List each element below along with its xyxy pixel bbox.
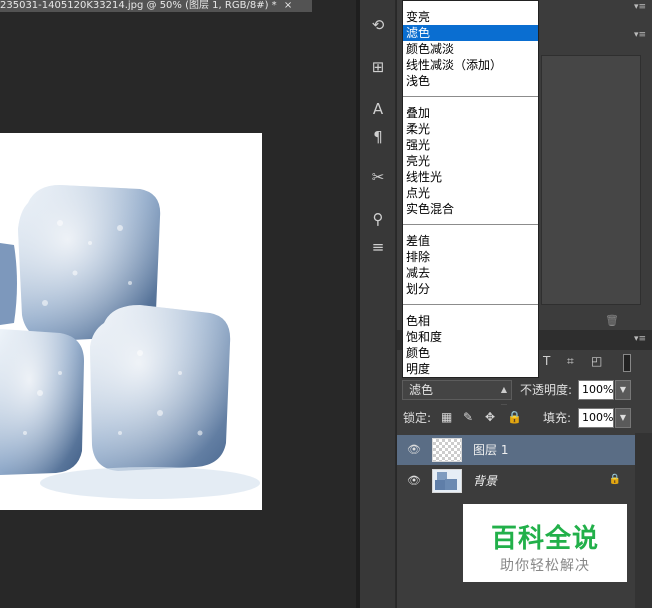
blend-mode-option[interactable]: 变亮: [403, 9, 538, 25]
blend-mode-option[interactable]: 叠加: [403, 105, 538, 121]
blend-mode-option[interactable]: 减去: [403, 265, 538, 281]
blend-mode-dropdown-list[interactable]: 变亮 滤色 颜色减淡 线性减淡（添加） 浅色叠加 柔光 强光 亮光 线性光 点光 实色混合差值 排除减…: [402, 0, 539, 378]
filter-toggle[interactable]: [623, 354, 631, 372]
blend-mode-option[interactable]: 划分: [403, 281, 538, 297]
blend-mode-select[interactable]: 滤色 ▲▼: [402, 380, 512, 412]
fill-dropdown-icon[interactable]: ▼: [615, 408, 631, 428]
lock-fill-row: 锁定: ▦ ✎ ✥ 🔒 填充: 100% ▼: [397, 405, 652, 433]
canvas-area[interactable]: [0, 12, 356, 608]
close-tab-icon[interactable]: ×: [284, 0, 292, 11]
blend-mode-option[interactable]: 色相: [403, 313, 538, 329]
ice-cubes-image: [0, 185, 260, 499]
lock-position-icon[interactable]: ✥: [485, 410, 495, 424]
blend-mode-option[interactable]: 颜色: [403, 345, 538, 361]
type-filter-icon[interactable]: T: [543, 354, 550, 368]
blend-mode-option[interactable]: 柔光: [403, 121, 538, 137]
menu-separator: [403, 304, 538, 305]
panel-icon-strip: ⟲ ⊞ A ¶ ✂ ⚲ ≡: [360, 0, 396, 608]
blend-mode-option[interactable]: 线性减淡（添加）: [403, 57, 538, 73]
background-thumbnail-image: [435, 472, 457, 490]
blend-mode-option[interactable]: 排除: [403, 249, 538, 265]
layers-scrollbar[interactable]: [635, 433, 652, 608]
layer-lock-icon: 🔒: [608, 474, 621, 485]
lock-all-icon[interactable]: 🔒: [507, 410, 522, 424]
lock-transparent-pixels-icon[interactable]: ▦: [441, 410, 452, 424]
document-canvas[interactable]: [0, 133, 262, 510]
brush-icon[interactable]: ⚲: [366, 208, 390, 230]
lock-image-pixels-icon[interactable]: ✎: [463, 410, 473, 424]
character-icon[interactable]: A: [366, 98, 390, 120]
layer-row-background[interactable]: 👁 背景 🔒: [397, 466, 635, 496]
blend-mode-option[interactable]: 滤色: [403, 25, 538, 41]
blend-mode-option[interactable]: 线性光: [403, 169, 538, 185]
layer-name: 背景: [473, 474, 498, 488]
shape-filter-icon[interactable]: ⌗: [567, 354, 574, 369]
blend-mode-option[interactable]: 强光: [403, 137, 538, 153]
clone-source-icon[interactable]: ⊞: [366, 56, 390, 78]
watermark-logo: 百科全说 助你轻松解决: [463, 504, 627, 582]
blend-mode-option[interactable]: 颜色减淡: [403, 41, 538, 57]
trash-icon[interactable]: 🗑: [605, 314, 619, 327]
opacity-field[interactable]: 100%: [578, 380, 614, 400]
smart-object-filter-icon[interactable]: ◰: [591, 354, 602, 368]
history-icon[interactable]: ⟲: [366, 14, 390, 36]
layer-thumbnail: [432, 469, 462, 493]
blend-mode-value: 滤色: [409, 383, 434, 397]
watermark-subtitle: 助你轻松解决: [500, 558, 590, 574]
layer-name: 图层 1: [473, 443, 509, 457]
panel-menu-icon-2[interactable]: ▾≡: [634, 30, 646, 40]
fill-label: 填充:: [543, 411, 572, 425]
watermark-title: 百科全说: [490, 524, 599, 554]
document-tab-title: 235031-1405120K33214.jpg @ 50% (图层 1, RG…: [0, 0, 277, 11]
blend-mode-option[interactable]: 明度: [403, 361, 538, 377]
blend-mode-option[interactable]: 差值: [403, 233, 538, 249]
blend-mode-option[interactable]: 实色混合: [403, 201, 538, 217]
adjustments-icon[interactable]: ≡: [366, 236, 390, 258]
opacity-label: 不透明度:: [520, 383, 573, 397]
menu-separator: [403, 224, 538, 225]
layer-thumbnail: [432, 438, 462, 462]
panel-menu-icon[interactable]: ▾≡: [634, 2, 646, 12]
layers-panel-menu-icon[interactable]: ▾≡: [634, 334, 646, 344]
document-tab[interactable]: 235031-1405120K33214.jpg @ 50% (图层 1, RG…: [0, 0, 312, 12]
upper-panel-content: [541, 55, 641, 305]
paragraph-icon[interactable]: ¶: [366, 126, 390, 148]
blend-mode-option[interactable]: 浅色: [403, 73, 538, 89]
blend-mode-option[interactable]: 饱和度: [403, 329, 538, 345]
opacity-dropdown-icon[interactable]: ▼: [615, 380, 631, 400]
blend-mode-option[interactable]: 点光: [403, 185, 538, 201]
tools-presets-icon[interactable]: ✂: [366, 166, 390, 188]
menu-separator: [403, 96, 538, 97]
visibility-eye-icon[interactable]: 👁: [407, 443, 421, 456]
lock-label: 锁定:: [403, 411, 432, 425]
blend-opacity-row: 滤色 ▲▼ 不透明度: 100% ▼: [397, 378, 652, 412]
visibility-eye-icon[interactable]: 👁: [407, 474, 421, 487]
blend-mode-option[interactable]: 亮光: [403, 153, 538, 169]
fill-field[interactable]: 100%: [578, 408, 614, 428]
layer-row-layer1[interactable]: 👁 图层 1: [397, 435, 635, 465]
